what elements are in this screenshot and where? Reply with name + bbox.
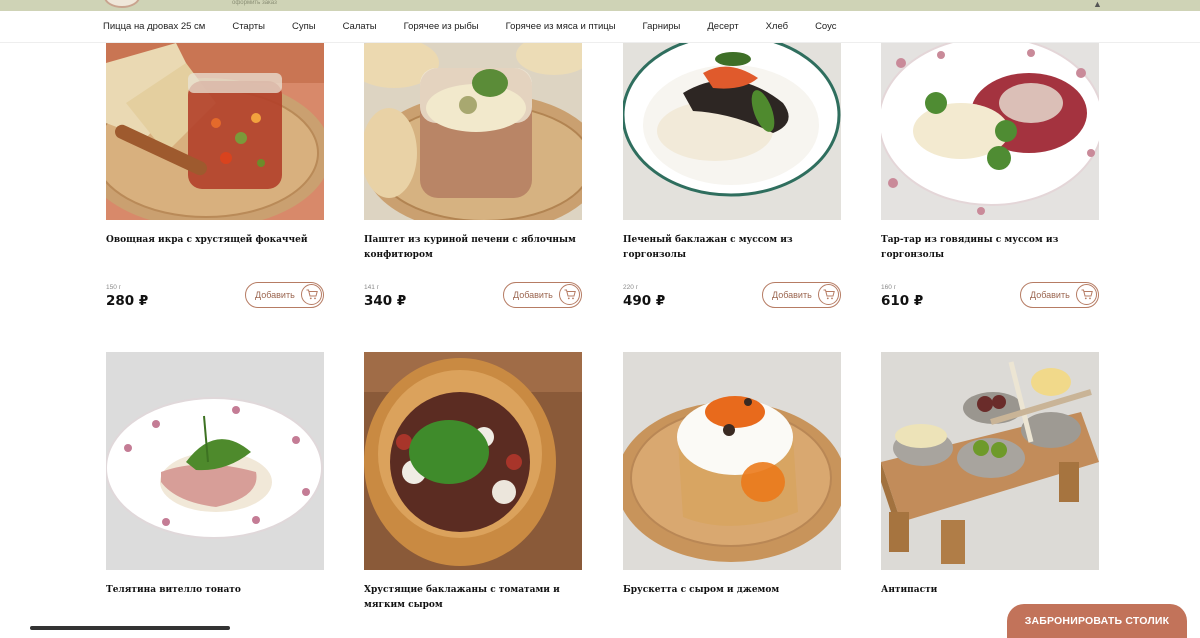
add-button-label: Добавить <box>772 290 812 300</box>
nav-item-bread[interactable]: Хлеб <box>766 21 789 32</box>
product-price: 280 ₽ <box>106 293 149 309</box>
product-photo[interactable] <box>364 352 582 570</box>
product-name[interactable]: Печеный баклажан с муссом из горгонзолы <box>623 233 841 263</box>
add-button-label: Добавить <box>513 290 553 300</box>
nav-item-sides[interactable]: Гарниры <box>643 21 681 32</box>
cart-icon <box>301 284 322 305</box>
cart-icon <box>818 284 839 305</box>
nav-item-salads[interactable]: Салаты <box>343 21 377 32</box>
product-weight: 160 г <box>881 284 897 291</box>
product-photo[interactable] <box>623 43 841 220</box>
product-weight: 220 г <box>623 284 639 291</box>
top-bar: оформить заказ ▲ <box>0 0 1200 11</box>
product-photo[interactable] <box>106 352 324 570</box>
product-weight: 141 г <box>364 284 380 291</box>
cart-corner-icon[interactable]: ▲ <box>1093 0 1102 9</box>
product-photo[interactable] <box>623 352 841 570</box>
nav-item-fish[interactable]: Горячее из рыбы <box>404 21 479 32</box>
nav-item-sauce[interactable]: Соус <box>815 21 836 32</box>
product-photo[interactable] <box>364 43 582 220</box>
order-link[interactable]: оформить заказ <box>232 0 277 6</box>
product-name[interactable]: Овощная икра с хрустящей фокаччей <box>106 233 324 248</box>
reserve-table-button[interactable]: ЗАБРОНИРОВАТЬ СТОЛИК <box>1007 604 1187 638</box>
add-to-cart-button[interactable]: Добавить <box>503 282 582 308</box>
add-to-cart-button[interactable]: Добавить <box>1020 282 1099 308</box>
add-to-cart-button[interactable]: Добавить <box>245 282 324 308</box>
product-photo[interactable] <box>881 43 1099 220</box>
add-to-cart-button[interactable]: Добавить <box>762 282 841 308</box>
product-photo[interactable] <box>106 43 324 220</box>
product-photo[interactable] <box>881 352 1099 570</box>
cart-icon <box>1076 284 1097 305</box>
product-name[interactable]: Тар-тар из говядины с муссом из горгонзо… <box>881 233 1099 263</box>
cart-icon <box>559 284 580 305</box>
nav-item-soups[interactable]: Супы <box>292 21 316 32</box>
product-weight: 150 г <box>106 284 122 291</box>
product-name[interactable]: Антипасти <box>881 583 1099 598</box>
product-price: 490 ₽ <box>623 293 666 309</box>
nav-item-pizza[interactable]: Пицца на дровах 25 см <box>103 21 205 32</box>
restaurant-logo[interactable] <box>104 0 140 8</box>
product-name[interactable]: Телятина вителло тонато <box>106 583 324 598</box>
product-name[interactable]: Хрустящие баклажаны с томатами и мягким … <box>364 583 582 613</box>
add-button-label: Добавить <box>255 290 295 300</box>
product-name[interactable]: Брускетта с сыром и джемом <box>623 583 841 598</box>
category-nav: Пицца на дровах 25 см Старты Супы Салаты… <box>0 11 1200 43</box>
nav-item-dessert[interactable]: Десерт <box>707 21 738 32</box>
product-name[interactable]: Паштет из куриной печени с яблочным конф… <box>364 233 582 263</box>
add-button-label: Добавить <box>1030 290 1070 300</box>
horizontal-scrollbar[interactable] <box>30 626 230 630</box>
nav-item-meat[interactable]: Горячее из мяса и птицы <box>506 21 616 32</box>
product-price: 340 ₽ <box>364 293 407 309</box>
product-price: 610 ₽ <box>881 293 924 309</box>
nav-item-starters[interactable]: Старты <box>232 21 265 32</box>
